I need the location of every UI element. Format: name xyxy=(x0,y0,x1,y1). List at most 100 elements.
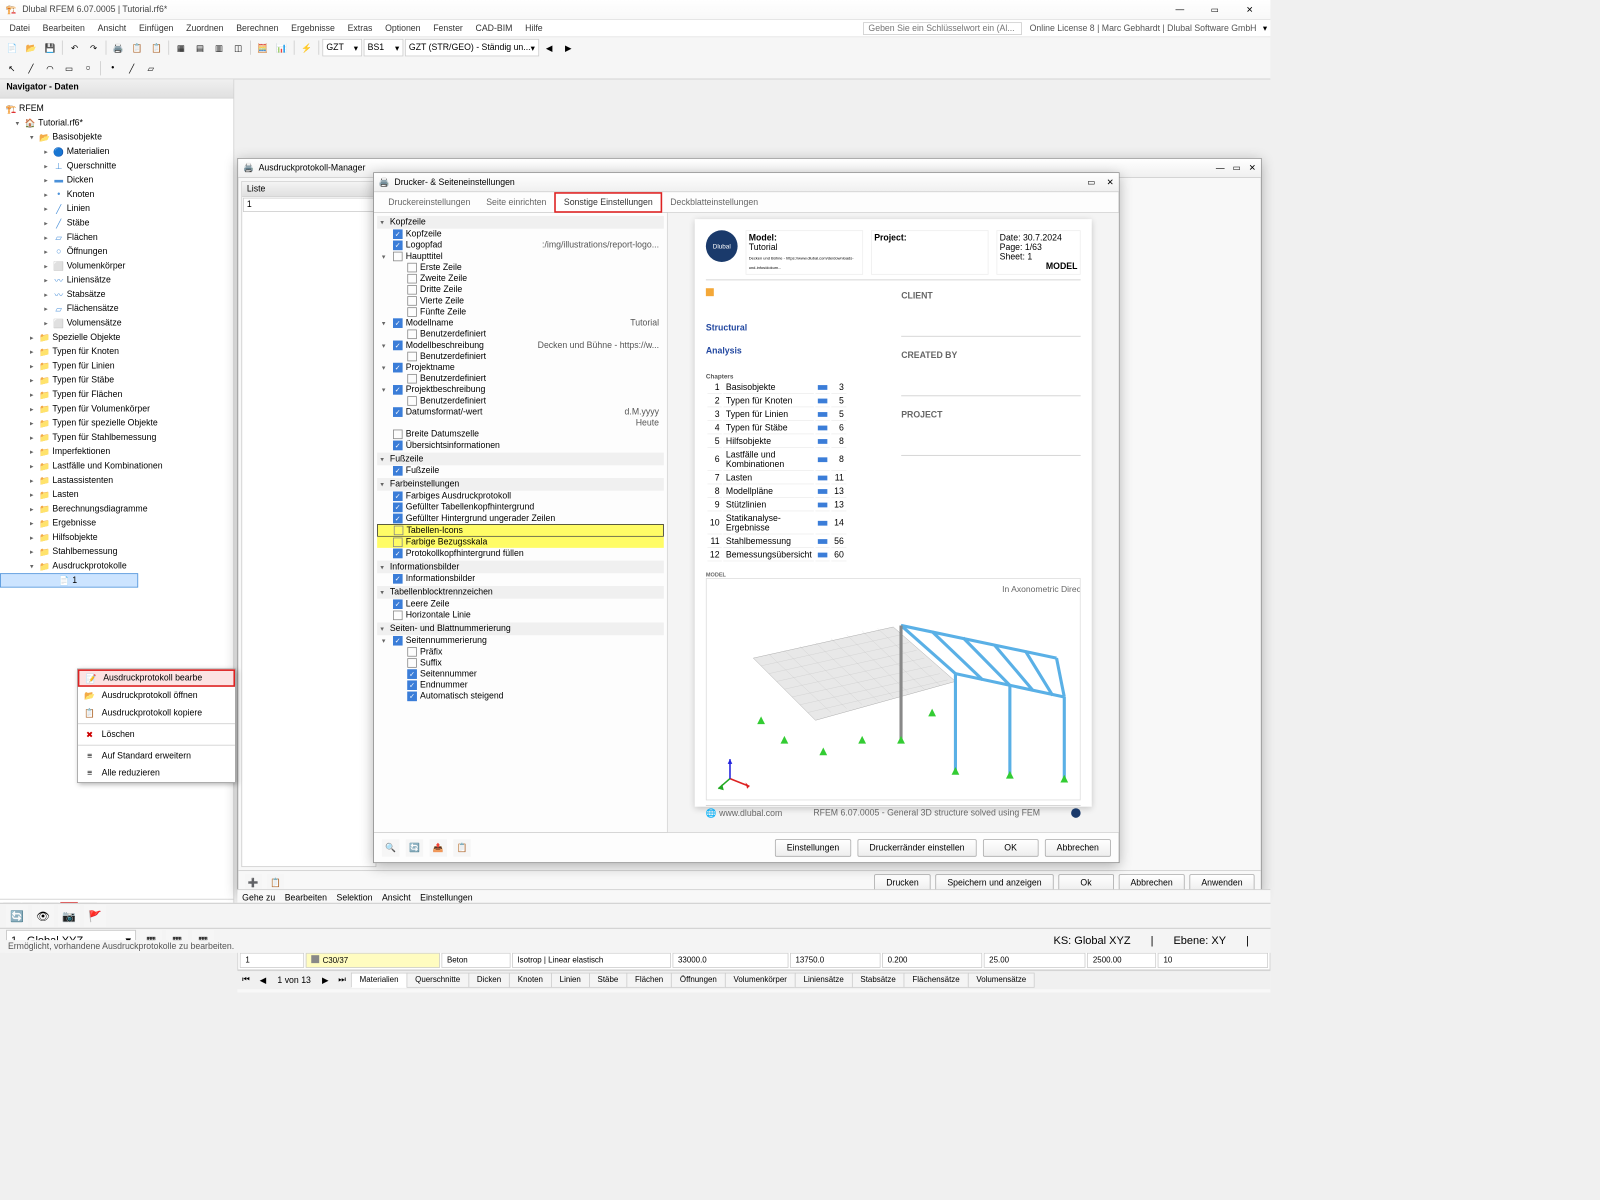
manager-list-item-1[interactable]: 1 xyxy=(243,198,375,212)
tab-seite-einrichten[interactable]: Seite einrichten xyxy=(478,193,554,210)
menu-hilfe[interactable]: Hilfe xyxy=(519,22,549,35)
settings-item[interactable]: Suffix xyxy=(377,657,664,668)
tb-combo-drop[interactable]: GZT (STR/GEO) - Ständig un...▾ xyxy=(405,39,539,56)
tab-druckereinstellungen[interactable]: Druckereinstellungen xyxy=(380,193,478,210)
grid-cell[interactable]: Beton xyxy=(441,953,510,968)
tree-folder-1[interactable]: ▸📁Typen für Knoten xyxy=(0,345,233,359)
tb-node[interactable]: • xyxy=(104,60,121,77)
tree-root[interactable]: RFEM xyxy=(19,104,44,114)
settings-item[interactable]: ✓Datumsformat/-wertd.M.yyyy xyxy=(377,407,664,418)
settings-item[interactable]: ✓Automatisch steigend xyxy=(377,691,664,702)
settings-item[interactable]: ▾✓Projektbeschreibung xyxy=(377,384,664,395)
tree-basis-8[interactable]: ▸⬜Volumenkörper xyxy=(0,259,233,273)
settings-item[interactable]: ▾✓ModellbeschreibungDecken und Bühne - h… xyxy=(377,340,664,351)
close-button[interactable]: ✕ xyxy=(1234,2,1266,18)
menu-fenster[interactable]: Fenster xyxy=(427,22,469,35)
grid-cell[interactable]: Isotrop | Linear elastisch xyxy=(512,953,671,968)
sf-zoom[interactable]: 🔍 xyxy=(382,839,399,856)
keyword-search[interactable] xyxy=(863,22,1022,35)
menu-cadbim[interactable]: CAD-BIM xyxy=(469,22,519,35)
tbl-pager-last[interactable]: ⏭ xyxy=(334,975,351,985)
sb-restore[interactable]: 🔄 xyxy=(6,905,28,927)
tree-basisobjekte[interactable]: Basisobjekte xyxy=(52,133,102,143)
settings-group[interactable]: ▾Informationsbilder xyxy=(377,561,664,574)
tree-protokoll-1[interactable]: 1 xyxy=(72,576,77,586)
tb-surface[interactable]: ▱ xyxy=(142,60,159,77)
tree-basis-9[interactable]: ▸〰Liniensätze xyxy=(0,273,233,287)
settings-item[interactable]: ✓Kopfzeile xyxy=(377,229,664,240)
tb-lightning[interactable]: ⚡ xyxy=(298,39,315,56)
tree-folder-11[interactable]: ▸📁Lasten xyxy=(0,488,233,502)
tbl-menu-selektion[interactable]: Selektion xyxy=(337,893,373,903)
tree-basis-10[interactable]: ▸〰Stabsätze xyxy=(0,287,233,301)
settings-item[interactable]: Benutzerdefiniert xyxy=(377,329,664,340)
grid-cell[interactable]: 1 xyxy=(240,953,305,968)
tb-save[interactable]: 💾 xyxy=(41,39,58,56)
table-tab-5[interactable]: Stäbe xyxy=(589,973,627,988)
tree-basis-0[interactable]: ▸🔵Materialien xyxy=(0,145,233,159)
tbl-pager-first[interactable]: ⏮ xyxy=(237,975,254,985)
tree-basis-11[interactable]: ▸▱Flächensätze xyxy=(0,302,233,316)
settings-tree[interactable]: ▾Kopfzeile✓Kopfzeile✓Logopfad:/img/illus… xyxy=(374,213,668,832)
ctx-loeschen[interactable]: ✖Löschen xyxy=(78,726,235,743)
settings-item[interactable]: ✓Informationsbilder xyxy=(377,573,664,584)
maximize-button[interactable]: ▭ xyxy=(1199,2,1231,18)
sf-copy[interactable]: 📋 xyxy=(453,839,470,856)
settings-item[interactable]: Fünfte Zeile xyxy=(377,306,664,317)
tb-rect[interactable]: ▭ xyxy=(60,60,77,77)
tb-view2[interactable]: ▤ xyxy=(191,39,208,56)
settings-group[interactable]: ▾Seiten- und Blattnummerierung xyxy=(377,622,664,635)
tree-folder-10[interactable]: ▸📁Lastassistenten xyxy=(0,473,233,487)
settings-item[interactable]: ✓Leere Zeile xyxy=(377,599,664,610)
tree-folder-5[interactable]: ▸📁Typen für Volumenkörper xyxy=(0,402,233,416)
tb-prev[interactable]: ◀ xyxy=(541,39,558,56)
settings-item[interactable]: Dritte Zeile xyxy=(377,284,664,295)
tree-basis-4[interactable]: ▸╱Linien xyxy=(0,202,233,216)
grid-cell[interactable]: C30/37 xyxy=(306,953,440,968)
ctx-kopieren[interactable]: 📋Ausdruckprotokoll kopiere xyxy=(78,704,235,721)
tb-redo[interactable]: ↷ xyxy=(85,39,102,56)
tb-view1[interactable]: ▦ xyxy=(172,39,189,56)
grid-cell[interactable]: 10 xyxy=(1158,953,1268,968)
settings-item[interactable]: Breite Datumszelle xyxy=(377,429,664,440)
settings-item[interactable]: ✓Seitennummer xyxy=(377,669,664,680)
settings-close[interactable]: ✕ xyxy=(1107,177,1114,187)
table-tab-8[interactable]: Volumenkörper xyxy=(725,973,796,988)
sf-druckraender[interactable]: Druckerränder einstellen xyxy=(857,839,976,856)
grid-cell[interactable]: 25.00 xyxy=(984,953,1086,968)
tab-deckblatt[interactable]: Deckblatteinstellungen xyxy=(662,193,766,210)
menu-einfuegen[interactable]: Einfügen xyxy=(133,22,180,35)
tb-member[interactable]: ╱ xyxy=(123,60,140,77)
tbl-menu-ansicht[interactable]: Ansicht xyxy=(382,893,411,903)
tree-folder-8[interactable]: ▸📁Imperfektionen xyxy=(0,445,233,459)
ctx-erweitern[interactable]: ≡Auf Standard erweitern xyxy=(78,747,235,764)
sf-abbrechen[interactable]: Abbrechen xyxy=(1045,839,1111,856)
tree-folder-13[interactable]: ▸📁Ergebnisse xyxy=(0,516,233,530)
tree-basis-2[interactable]: ▸▬Dicken xyxy=(0,173,233,187)
tb-print[interactable]: 🖨️ xyxy=(110,39,127,56)
settings-item[interactable]: Tabellen-Icons xyxy=(377,524,664,537)
settings-item[interactable]: ▾✓Projektname xyxy=(377,362,664,373)
settings-group[interactable]: ▾Kopfzeile xyxy=(377,216,664,229)
tab-sonstige[interactable]: Sonstige Einstellungen xyxy=(554,192,662,213)
mgr-max[interactable]: ▭ xyxy=(1233,163,1241,173)
tree-folder-15[interactable]: ▸📁Stahlbemessung xyxy=(0,545,233,559)
minimize-button[interactable]: — xyxy=(1164,2,1196,18)
tb-loadcase-drop[interactable]: GZT▾ xyxy=(322,39,362,56)
menu-extras[interactable]: Extras xyxy=(341,22,378,35)
sf-einstellungen[interactable]: Einstellungen xyxy=(775,839,851,856)
tb-view3[interactable]: ▥ xyxy=(210,39,227,56)
tbl-pager-prev[interactable]: ◀ xyxy=(255,975,271,985)
settings-item[interactable]: ✓Logopfad:/img/illustrations/report-logo… xyxy=(377,240,664,251)
settings-item[interactable]: ▾Haupttitel xyxy=(377,251,664,262)
settings-item[interactable]: Vierte Zeile xyxy=(377,295,664,306)
table-tab-12[interactable]: Volumensätze xyxy=(968,973,1035,988)
table-tab-0[interactable]: Materialien xyxy=(351,973,407,988)
mgr-min[interactable]: — xyxy=(1216,163,1225,173)
tb-next[interactable]: ▶ xyxy=(560,39,577,56)
sf-export[interactable]: 📤 xyxy=(430,839,447,856)
tree-folder-6[interactable]: ▸📁Typen für spezielle Objekte xyxy=(0,416,233,430)
table-tab-7[interactable]: Öffnungen xyxy=(671,973,725,988)
tree-basis-3[interactable]: ▸•Knoten xyxy=(0,187,233,201)
tbl-menu-bearbeiten[interactable]: Bearbeiten xyxy=(285,893,327,903)
